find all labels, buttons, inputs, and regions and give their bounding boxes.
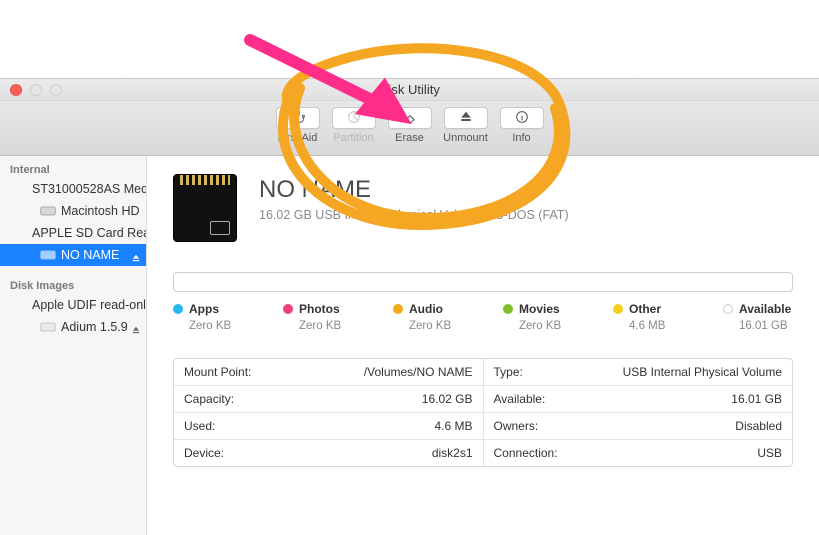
volume-title: NO NAME (259, 176, 569, 204)
dot-icon (503, 304, 513, 314)
traffic-lights (10, 84, 62, 96)
sidebar-item-no-name[interactable]: NO NAME (0, 244, 146, 266)
window-title: Disk Utility (0, 82, 819, 97)
sidebar-item-adium[interactable]: Adium 1.5.9 (0, 316, 146, 338)
detail-mount-point: Mount Point:/Volumes/NO NAME (174, 359, 484, 386)
maximize-button[interactable] (50, 84, 62, 96)
toolbar-label: Partition (333, 132, 373, 144)
toolbar-group: First Aid Partition Erase Unmount (271, 107, 549, 144)
detail-device: Device:disk2s1 (174, 440, 484, 466)
dot-icon (283, 304, 293, 314)
toolbar-label: First Aid (278, 132, 318, 144)
dot-icon (723, 304, 733, 314)
details-table: Mount Point:/Volumes/NO NAME Type:USB In… (173, 358, 793, 467)
legend-value: 4.6 MB (629, 320, 683, 332)
minimize-button[interactable] (30, 84, 42, 96)
legend-photos: Photos Zero KB (283, 302, 353, 332)
toolbar-label: Unmount (443, 132, 488, 144)
unmount-button[interactable]: Unmount (439, 107, 493, 144)
dot-icon (173, 304, 183, 314)
eject-icon[interactable] (132, 323, 140, 331)
detail-used: Used:4.6 MB (174, 413, 484, 440)
info-button[interactable]: Info (495, 107, 549, 144)
legend-label: Movies (519, 302, 560, 316)
legend-label: Apps (189, 302, 219, 316)
body: Internal ST31000528AS Media Macintosh HD… (0, 156, 819, 535)
sidebar-item-sd-reader[interactable]: APPLE SD Card Reade… (0, 222, 146, 244)
sidebar: Internal ST31000528AS Media Macintosh HD… (0, 156, 147, 535)
sidebar-item-label: Adium 1.5.9 (61, 320, 128, 334)
volume-icon (40, 321, 56, 333)
legend-value: Zero KB (409, 320, 463, 332)
dot-icon (613, 304, 623, 314)
legend-label: Other (629, 302, 661, 316)
legend-movies: Movies Zero KB (503, 302, 573, 332)
toolbar-label: Info (512, 132, 530, 144)
sidebar-section-header: Disk Images (0, 276, 146, 294)
erase-button[interactable]: Erase (383, 107, 437, 144)
eraser-icon (401, 109, 419, 128)
usage-bar (173, 272, 793, 292)
sidebar-item-label: APPLE SD Card Reade… (32, 226, 146, 240)
sidebar-item-macintosh-hd[interactable]: Macintosh HD (0, 200, 146, 222)
legend-value: Zero KB (299, 320, 353, 332)
stethoscope-icon (289, 109, 307, 128)
partition-button: Partition (327, 107, 381, 144)
eject-icon (457, 109, 475, 128)
sidebar-item-label: Macintosh HD (61, 204, 140, 218)
volume-icon (40, 249, 56, 261)
detail-available: Available:16.01 GB (484, 386, 793, 413)
detail-owners: Owners:Disabled (484, 413, 793, 440)
info-icon (513, 109, 531, 128)
legend-other: Other 4.6 MB (613, 302, 683, 332)
disk-utility-window: Disk Utility First Aid Partition Era (0, 0, 819, 535)
title-bar: Disk Utility (0, 78, 819, 101)
toolbar-label: Erase (395, 132, 424, 144)
legend-label: Audio (409, 302, 443, 316)
dot-icon (393, 304, 403, 314)
volume-subtitle: 16.02 GB USB Internal Physical Volume MS… (259, 208, 569, 222)
sidebar-item-label: ST31000528AS Media (32, 182, 146, 196)
hdd-icon (40, 205, 56, 217)
legend-available: Available 16.01 GB (723, 302, 793, 332)
first-aid-button[interactable]: First Aid (271, 107, 325, 144)
legend-value: Zero KB (519, 320, 573, 332)
detail-capacity: Capacity:16.02 GB (174, 386, 484, 413)
close-button[interactable] (10, 84, 22, 96)
sidebar-item-label: NO NAME (61, 248, 119, 262)
eject-icon[interactable] (132, 251, 140, 259)
content-pane: NO NAME 16.02 GB USB Internal Physical V… (147, 156, 819, 535)
sidebar-item-label: Apple UDIF read-only… (32, 298, 146, 312)
sd-card-icon (173, 174, 237, 242)
legend-label: Available (739, 302, 791, 316)
sidebar-item-internal-disk[interactable]: ST31000528AS Media (0, 178, 146, 200)
pie-icon (345, 109, 363, 128)
usage-legend: Apps Zero KB Photos Zero KB Audio Zero K… (173, 302, 793, 332)
legend-value: Zero KB (189, 320, 243, 332)
sidebar-item-disk-image[interactable]: Apple UDIF read-only… (0, 294, 146, 316)
detail-type: Type:USB Internal Physical Volume (484, 359, 793, 386)
legend-value: 16.01 GB (739, 320, 793, 332)
sidebar-section-header: Internal (0, 160, 146, 178)
empty-space (0, 0, 819, 78)
volume-header: NO NAME 16.02 GB USB Internal Physical V… (173, 174, 793, 242)
legend-apps: Apps Zero KB (173, 302, 243, 332)
legend-audio: Audio Zero KB (393, 302, 463, 332)
toolbar: First Aid Partition Erase Unmount (0, 101, 819, 156)
legend-label: Photos (299, 302, 340, 316)
detail-connection: Connection:USB (484, 440, 793, 466)
